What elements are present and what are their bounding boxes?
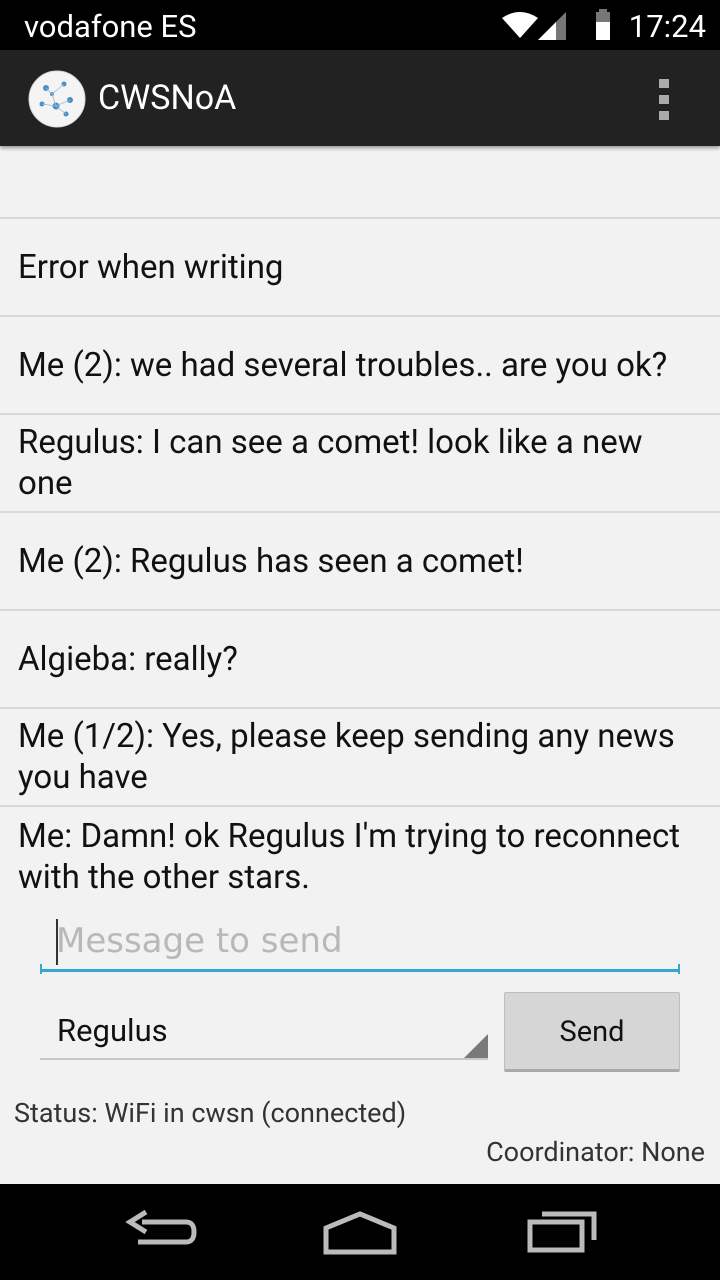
dropdown-arrow-icon [464, 1034, 488, 1058]
home-icon[interactable] [320, 1200, 400, 1260]
battery-icon [596, 9, 610, 40]
clock: 17:24 [628, 8, 706, 45]
overflow-menu-icon[interactable] [652, 78, 676, 120]
recipient-dropdown[interactable]: Regulus [40, 1002, 488, 1060]
recent-apps-icon[interactable] [522, 1200, 602, 1260]
coordinator-status: Coordinator: None [486, 1136, 705, 1168]
send-button[interactable]: Send [504, 992, 680, 1072]
status-icons [502, 9, 610, 40]
list-item[interactable]: Me (2): we had several troubles.. are yo… [0, 317, 720, 415]
action-bar: CWSNoA [0, 50, 720, 146]
list-item[interactable]: Error when writing [0, 219, 720, 317]
status-bar: vodafone ES 17:24 [0, 0, 720, 50]
constellation-globe-icon[interactable] [28, 70, 86, 128]
wifi-icon [502, 12, 538, 38]
connection-status: Status: WiFi in cwsn (connected) [14, 1097, 407, 1129]
app-title: CWSNoA [98, 78, 237, 118]
list-item[interactable]: Regulus: I can see a comet! look like a … [0, 415, 720, 513]
message-input[interactable] [40, 912, 680, 972]
list-item[interactable]: Me: Damn! ok Regulus I'm trying to recon… [0, 807, 720, 907]
navigation-bar [0, 1184, 720, 1280]
list-item[interactable]: Algieba: really? [0, 611, 720, 709]
list-item-empty [0, 146, 720, 219]
signal-icon [538, 12, 566, 40]
recipient-selected: Regulus [57, 1012, 168, 1049]
list-item[interactable]: Me (1/2): Yes, please keep sending any n… [0, 709, 720, 807]
back-icon[interactable] [120, 1200, 200, 1260]
list-item[interactable]: Me (2): Regulus has seen a comet! [0, 513, 720, 611]
carrier-label: vodafone ES [24, 8, 197, 45]
text-cursor [56, 919, 58, 965]
message-list[interactable]: Error when writing Me (2): we had severa… [0, 146, 720, 907]
input-edge-left [40, 964, 42, 974]
input-edge-right [678, 964, 680, 974]
